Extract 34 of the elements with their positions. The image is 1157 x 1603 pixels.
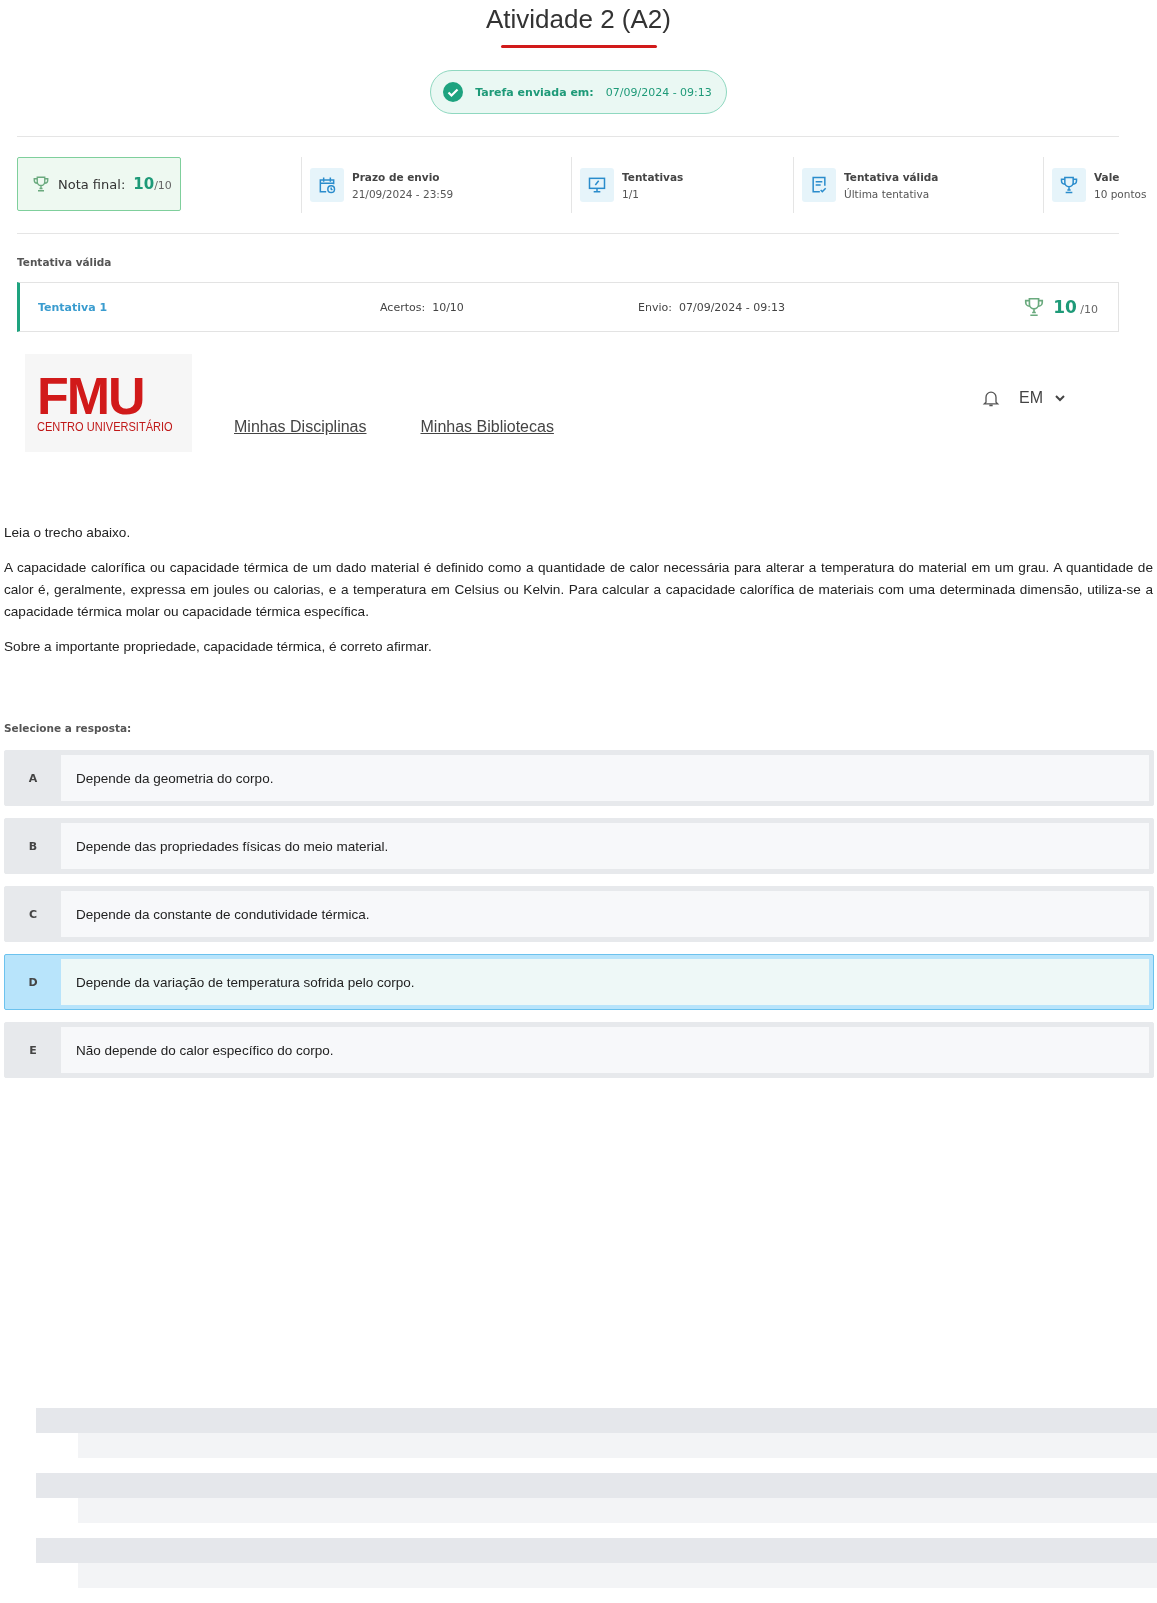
answer-option[interactable]: C Depende da constante de condutividade térmica. — [4, 886, 1154, 942]
calendar-clock-icon — [317, 175, 337, 195]
submission-status: Tarefa enviada em: 07/09/2024 - 09:13 — [430, 70, 727, 114]
question-text: Leia o trecho abaixo. — [4, 524, 132, 542]
chevron-down-icon — [1055, 394, 1065, 402]
final-grade-card: Nota final: 10/10 — [17, 157, 181, 211]
nav-link[interactable]: Minhas Bibliotecas — [420, 418, 554, 436]
stat-value: 1/1 — [622, 187, 640, 200]
trophy-icon — [32, 175, 50, 193]
attempt-row[interactable]: Tentativa 1 Acertos: 10/10 Envio: 07/09/2024 - 09:13 10 /10 — [17, 282, 1119, 332]
nav-link[interactable]: Minhas Disciplinas — [234, 418, 367, 436]
answer-option[interactable]: A Depende da geometria do corpo. — [4, 750, 1154, 806]
checklist-icon — [809, 175, 829, 195]
answer-option[interactable]: E Não depende do calor específico do corpo. — [4, 1022, 1154, 1078]
question-text: A capacidade calorífica ou capacidade térmica de um dado material é definido como a quantidade de calor necessária para alterar a temperatura do material em um grau. A quantidade de calor é, geralmente, expressa em joules ou calorias, e a temperatura em Celsius ou Kelvin. Para calcular a capacidade calorífica de materiais com uma determinada dimensão, utiliza-se a capacidade térmica molar ou capacidade térmica específica. — [4, 559, 1153, 621]
monitor-icon — [587, 175, 607, 195]
section-label: Tentativa válida — [17, 256, 113, 268]
logo[interactable]: FMU CENTRO UNIVERSITÁRIO — [25, 354, 192, 452]
trophy-icon — [1059, 175, 1079, 195]
answer-prompt: Selecione a resposta: — [4, 722, 133, 734]
trophy-icon — [1023, 296, 1046, 318]
page-title: Atividade 2 (A2) — [486, 4, 671, 35]
answer-option[interactable]: B Depende das propriedades físicas do meio material. — [4, 818, 1154, 874]
stat-label: Tentativas — [622, 170, 684, 183]
stat-value: 21/09/2024 - 23:59 — [352, 187, 454, 200]
question-text: Sobre a importante propriedade, capacidade térmica, é correto afirmar. — [4, 638, 433, 656]
stat-label: Tentativa válida — [844, 170, 939, 183]
user-menu[interactable]: EM — [1019, 389, 1065, 407]
stat-label: Prazo de envio — [352, 170, 441, 183]
answer-option[interactable]: D Depende da variação de temperatura sofrida pelo corpo. — [4, 954, 1154, 1010]
check-circle-icon — [443, 82, 464, 102]
stat-value: Última tentativa — [844, 187, 931, 200]
stat-value: 10 pontos — [1094, 187, 1147, 200]
stat-label: Vale — [1094, 170, 1121, 183]
